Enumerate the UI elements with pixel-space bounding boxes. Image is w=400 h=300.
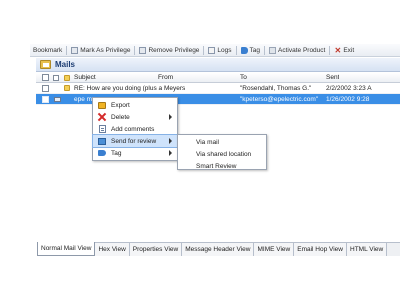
row-checkbox[interactable] (42, 94, 49, 104)
column-subject[interactable]: Subject (74, 73, 96, 82)
submenu-item-via-mail[interactable]: Via mail (178, 136, 266, 148)
menu-item-delete[interactable]: Delete (93, 111, 177, 123)
export-icon (98, 101, 106, 109)
column-from[interactable]: From (158, 73, 173, 82)
review-icon (98, 137, 106, 145)
header-checkbox[interactable] (42, 73, 49, 82)
tab-html-view[interactable]: HTML View (347, 243, 388, 256)
activate-icon (269, 46, 277, 54)
tag-icon (98, 150, 106, 156)
context-menu: Export Delete Add comments Send for revi… (92, 97, 178, 161)
row-to: "Rosendahl, Thomas G." (240, 84, 312, 92)
remove-privilege-icon (139, 46, 147, 54)
grid-header: Subject From To Sent (36, 73, 400, 83)
submenu-arrow-icon (169, 138, 172, 144)
panel-title: Mails (55, 60, 76, 69)
toolbar-label-bookmark: Bookmark (33, 46, 63, 54)
toolbar-label-activate: Activate Product (278, 46, 326, 54)
remove-privilege-button[interactable]: Remove Privilege (136, 44, 202, 56)
tab-hex-view[interactable]: Hex View (95, 243, 130, 256)
menu-label-tag: Tag (111, 149, 122, 157)
submenu-arrow-icon (169, 150, 172, 156)
column-to[interactable]: To (240, 73, 247, 82)
activate-product-button[interactable]: Activate Product (266, 44, 328, 56)
submenu-item-smart-review[interactable]: Smart Review (178, 160, 266, 172)
tab-mime-view[interactable]: MIME View (254, 243, 295, 256)
tag-button[interactable]: Tag (238, 44, 263, 56)
logs-icon (208, 46, 216, 54)
tag-icon (240, 46, 248, 54)
menu-item-send-for-review[interactable]: Send for review (92, 134, 178, 148)
menu-label-delete: Delete (111, 113, 130, 121)
submenu-arrow-icon (169, 114, 172, 120)
menu-label-export: Export (111, 101, 130, 109)
menu-label-send-for-review: Send for review (111, 137, 157, 145)
column-sent[interactable]: Sent (326, 73, 339, 82)
menu-item-export[interactable]: Export (93, 99, 177, 111)
tab-message-header-view[interactable]: Message Header View (182, 243, 255, 256)
view-tabs: Normal Mail View Hex View Properties Vie… (37, 242, 400, 256)
envelope-icon (54, 94, 61, 104)
bookmark-button[interactable]: Bookmark (30, 44, 65, 56)
table-row[interactable]: RE: How are you doing (plus a Meyers "Ro… (36, 83, 400, 94)
toolbar-separator (66, 45, 68, 55)
tab-normal-mail-view[interactable]: Normal Mail View (37, 242, 96, 256)
toolbar-label-exit: Exit (343, 46, 355, 54)
toolbar-separator (235, 45, 237, 55)
toolbar-label-tag: Tag (249, 46, 261, 54)
row-to: "kpeterso@epelectric.com" (240, 95, 319, 103)
menu-label-add-comments: Add comments (111, 125, 155, 133)
exit-button[interactable]: ✕ Exit (331, 44, 357, 56)
toolbar: Bookmark Mark As Privilege Remove Privil… (30, 44, 400, 57)
menu-item-tag[interactable]: Tag (93, 147, 177, 159)
table-row-selected[interactable]: epe mo "kpeterso@epelectric.com" 1/26/20… (36, 94, 400, 105)
logs-button[interactable]: Logs (205, 44, 234, 56)
close-icon: ✕ (334, 45, 342, 55)
header-lock-icon (64, 73, 70, 82)
row-subject: RE: How are you doing (plus a (74, 84, 163, 92)
toolbar-label-remove-privilege: Remove Privilege (148, 46, 200, 54)
mail-grid: Subject From To Sent RE: How are you doi… (36, 73, 400, 105)
mark-as-privilege-button[interactable]: Mark As Privilege (68, 44, 133, 56)
row-from: Meyers (164, 84, 186, 92)
send-for-review-submenu: Via mail Via shared location Smart Revie… (177, 134, 267, 170)
privilege-icon (71, 46, 79, 54)
header-attachment-icon (53, 73, 59, 82)
tab-properties-view[interactable]: Properties View (129, 243, 183, 256)
toolbar-separator (134, 45, 136, 55)
submenu-item-via-shared-location[interactable]: Via shared location (178, 148, 266, 160)
folder-icon (40, 60, 51, 69)
tab-email-hop-view[interactable]: Email Hop View (294, 243, 347, 256)
toolbar-separator (264, 45, 266, 55)
mails-panel-header: Mails (36, 58, 400, 72)
lock-icon (64, 83, 70, 93)
toolbar-separator (329, 45, 331, 55)
delete-icon (98, 113, 106, 121)
toolbar-label-mark-privilege: Mark As Privilege (80, 46, 131, 54)
row-sent: 2/2/2002 3:23 A (326, 84, 372, 92)
comment-icon (98, 125, 106, 133)
toolbar-separator (203, 45, 205, 55)
toolbar-label-logs: Logs (217, 46, 232, 54)
menu-item-add-comments[interactable]: Add comments (93, 123, 177, 135)
row-sent: 1/26/2002 9:28 (326, 95, 370, 103)
row-checkbox[interactable] (42, 83, 49, 93)
